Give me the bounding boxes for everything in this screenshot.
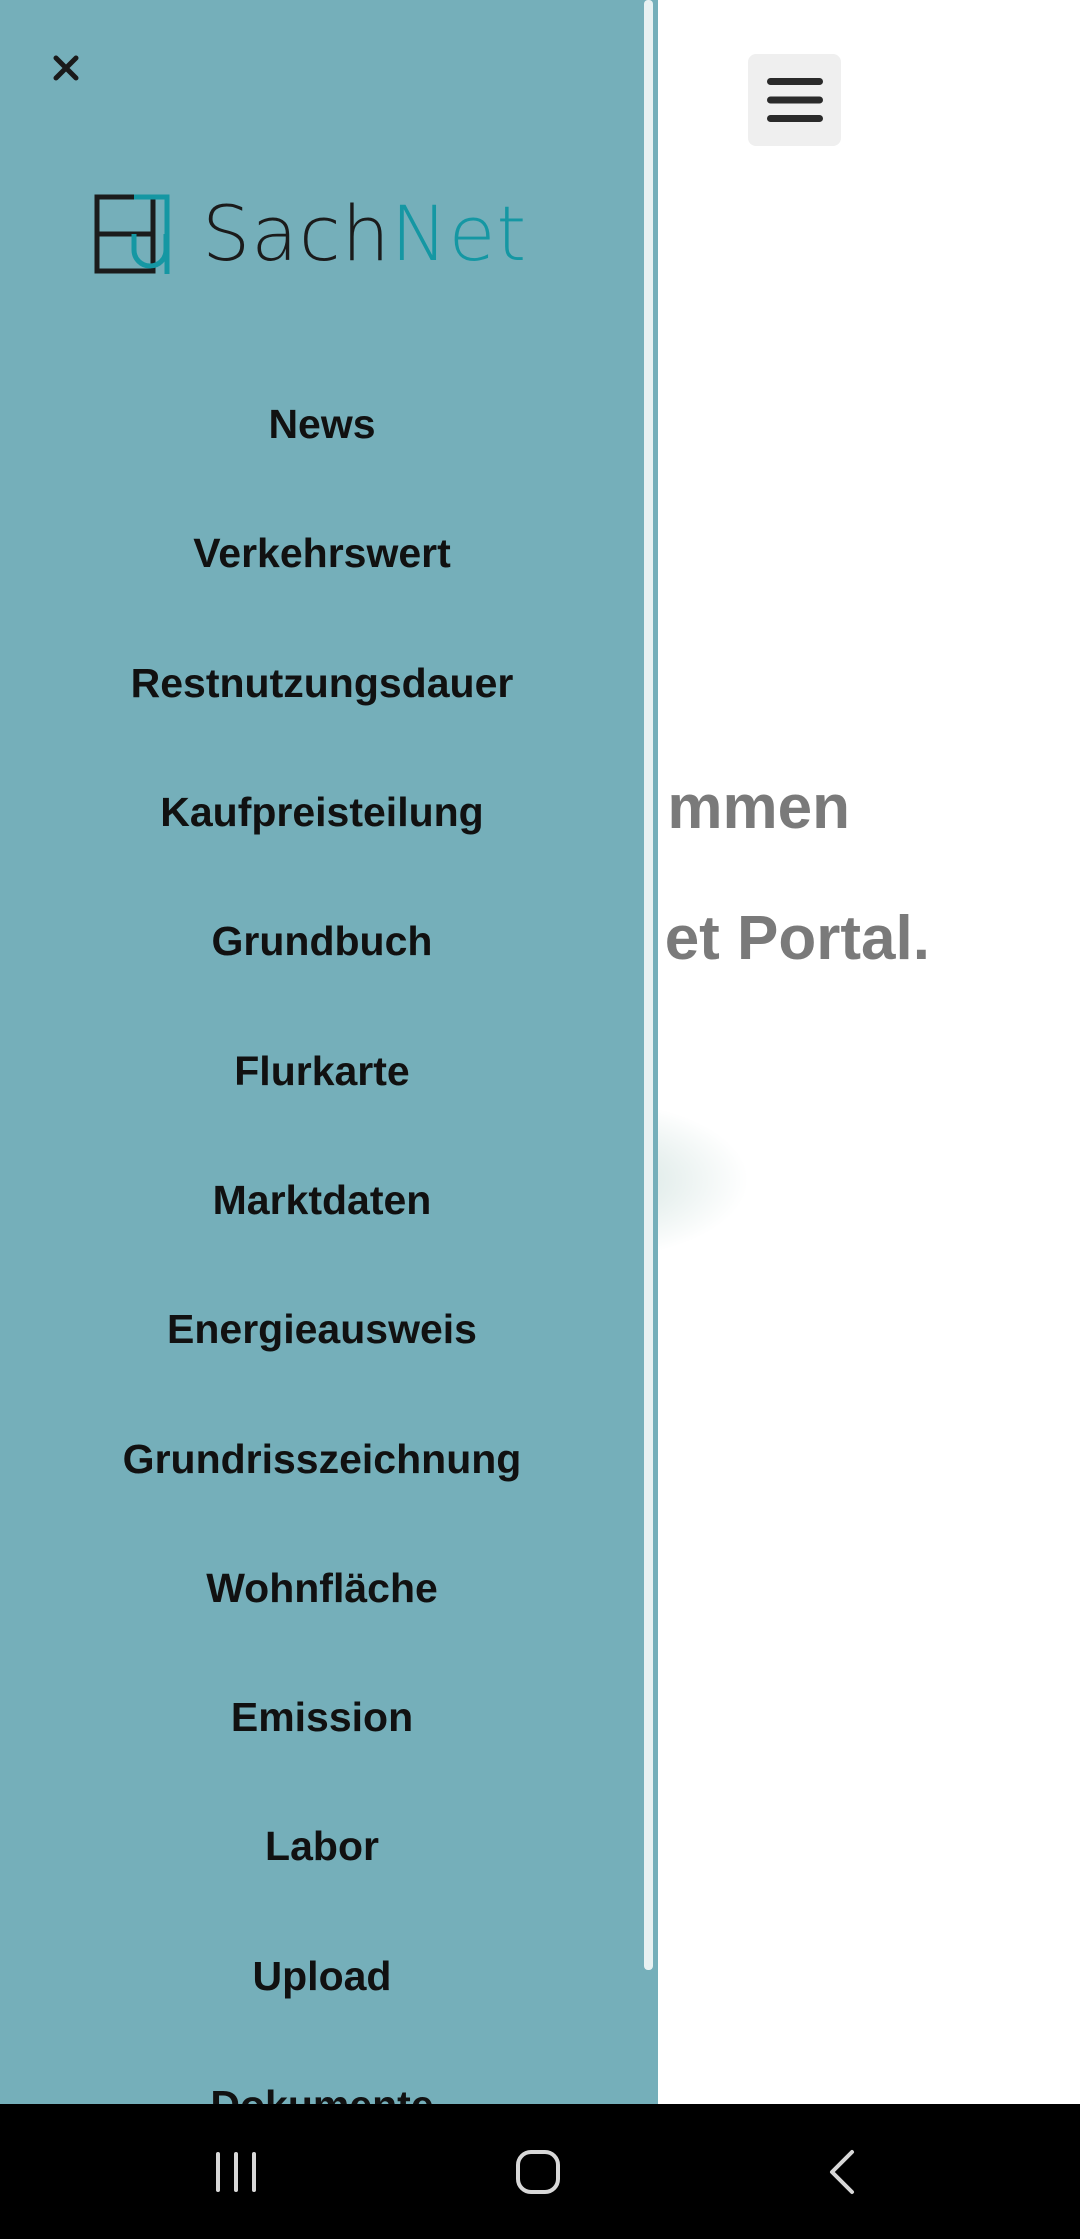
menu-item-emission[interactable]: Emission	[0, 1653, 644, 1782]
close-button[interactable]	[44, 46, 88, 90]
menu-item-wohnflaeche[interactable]: Wohnfläche	[0, 1524, 644, 1653]
navigation-drawer: SachNet News Verkehrswert Restnutzungsda…	[0, 0, 658, 2104]
menu-item-verkehrswert[interactable]: Verkehrswert	[0, 489, 644, 618]
menu-item-restnutzungsdauer[interactable]: Restnutzungsdauer	[0, 619, 644, 748]
menu-item-energieausweis[interactable]: Energieausweis	[0, 1265, 644, 1394]
menu-item-labor[interactable]: Labor	[0, 1782, 644, 1911]
recents-button[interactable]	[176, 2104, 296, 2239]
back-button[interactable]	[782, 2104, 902, 2239]
welcome-heading-line1: mmen	[667, 773, 850, 842]
home-icon	[516, 2149, 560, 2194]
logo-text-sach: Sach	[202, 189, 391, 278]
drawer-scrollbar[interactable]	[644, 0, 653, 1970]
system-navigation-bar	[0, 2104, 1080, 2239]
close-icon	[53, 55, 79, 81]
hamburger-menu-button[interactable]	[748, 54, 841, 146]
hamburger-menu-icon	[766, 78, 823, 122]
logo-text: SachNet	[202, 196, 527, 272]
back-icon	[830, 2149, 854, 2194]
sachnet-logo[interactable]: SachNet	[94, 192, 554, 276]
menu-item-dokumente[interactable]: Dokumente	[0, 2041, 644, 2104]
welcome-heading-line2: et Portal.	[664, 904, 930, 973]
menu-item-grundbuch[interactable]: Grundbuch	[0, 877, 644, 1006]
menu-item-news[interactable]: News	[0, 360, 644, 489]
menu-item-marktdaten[interactable]: Marktdaten	[0, 1136, 644, 1265]
menu-item-kaufpreisteilung[interactable]: Kaufpreisteilung	[0, 748, 644, 877]
logo-text-net: Net	[390, 189, 528, 278]
menu-item-upload[interactable]: Upload	[0, 1912, 644, 2041]
drawer-menu: News Verkehrswert Restnutzungsdauer Kauf…	[0, 360, 644, 2104]
recents-icon	[216, 2151, 256, 2192]
sachnet-logo-mark-icon	[94, 194, 170, 274]
menu-item-grundrisszeichnung[interactable]: Grundrisszeichnung	[0, 1394, 644, 1523]
menu-item-flurkarte[interactable]: Flurkarte	[0, 1006, 644, 1135]
home-button[interactable]	[478, 2104, 598, 2239]
